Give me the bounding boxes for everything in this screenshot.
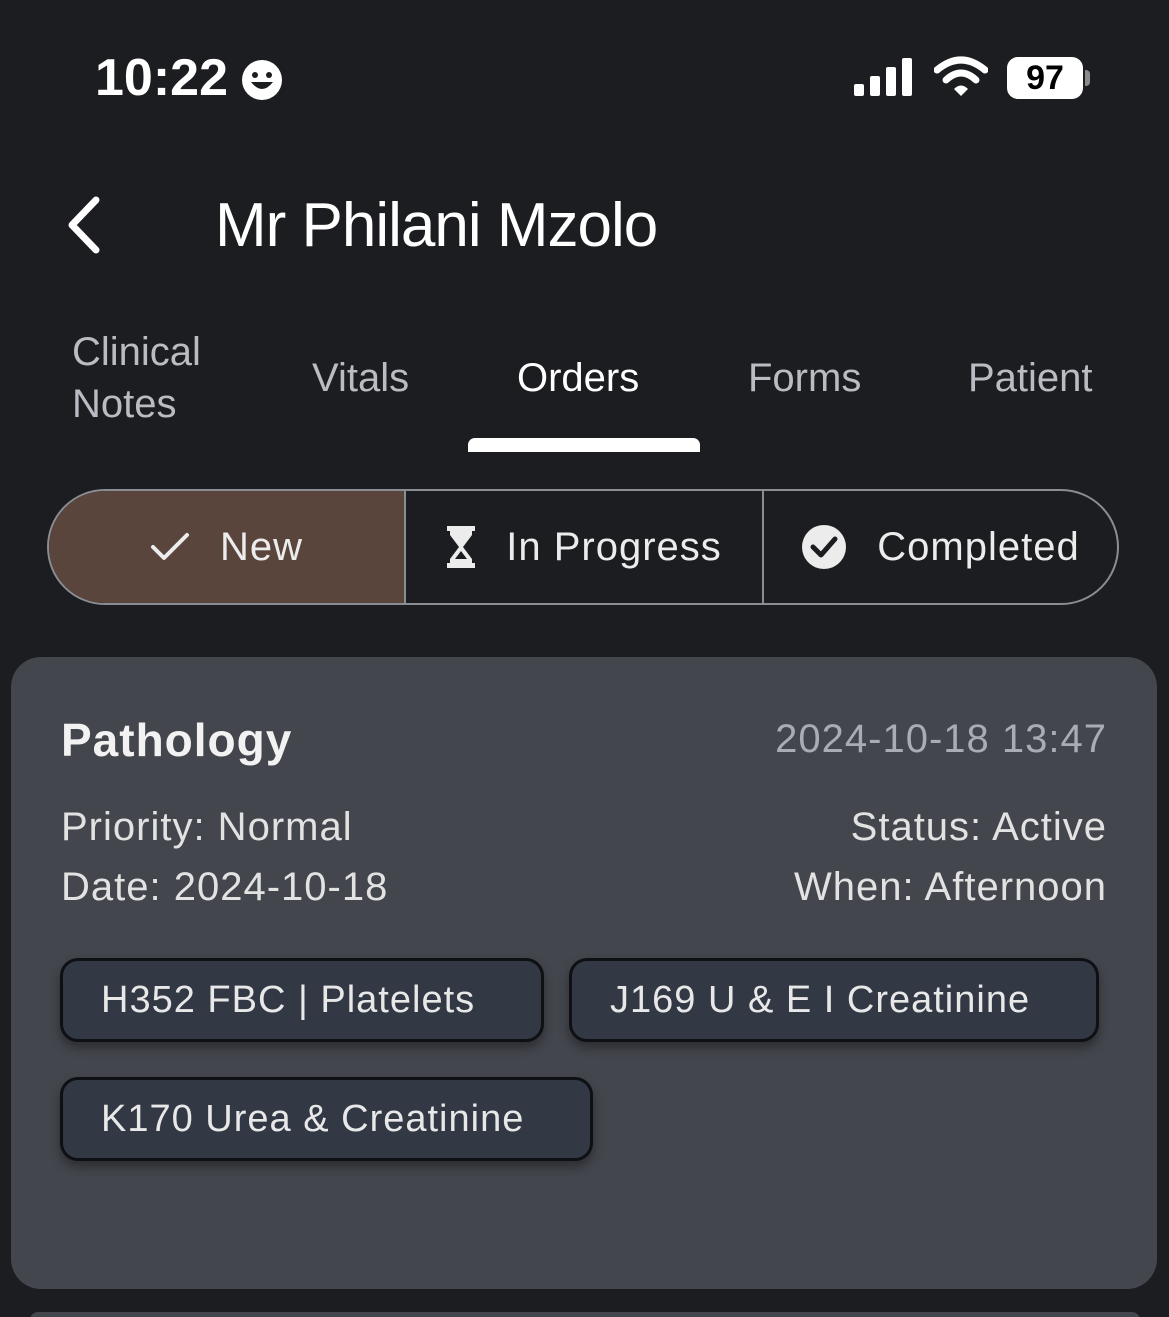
tab-orders[interactable]: Orders [517, 352, 639, 404]
screen: 10:22 97 Mr Philani Mzolo Clinical Notes… [0, 0, 1169, 1317]
smiley-face-icon [242, 60, 282, 100]
filter-in-progress-label: In Progress [506, 524, 722, 569]
tab-label-line2: Notes [72, 382, 177, 426]
tab-forms[interactable]: Forms [748, 352, 861, 404]
order-priority: Priority: Normal [61, 805, 353, 849]
order-datetime: 2024-10-18 13:47 [775, 717, 1107, 761]
order-card[interactable]: Pathology 2024-10-18 13:47 Priority: Nor… [11, 657, 1157, 1289]
order-category: Pathology [61, 714, 293, 766]
tab-vitals[interactable]: Vitals [312, 352, 409, 404]
checkmark-icon [150, 533, 189, 560]
tab-label-line1: Clinical [72, 330, 201, 374]
hourglass-icon [447, 526, 476, 568]
order-date: Date: 2024-10-18 [61, 865, 389, 909]
tab-patient[interactable]: Patient [968, 352, 1093, 404]
battery-icon: 97 [1007, 57, 1083, 99]
test-chip[interactable]: K170 Urea & Creatinine [60, 1077, 593, 1161]
status-time: 10:22 [95, 49, 228, 107]
filter-completed-label: Completed [877, 524, 1080, 569]
filter-completed-button[interactable]: Completed [764, 491, 1117, 603]
check-circle-icon [802, 525, 847, 569]
status-bar: 10:22 97 [0, 0, 1169, 150]
battery-tip [1085, 70, 1090, 86]
next-order-card-edge [30, 1312, 1140, 1317]
filter-new-label: New [219, 524, 304, 569]
filter-new-button[interactable]: New [49, 491, 406, 603]
signal-bars-icon [854, 58, 912, 96]
order-status: Status: Active [850, 805, 1107, 849]
chevron-left-icon[interactable] [58, 190, 118, 260]
order-when: When: Afternoon [794, 865, 1107, 909]
test-chip[interactable]: J169 U & E I Creatinine [569, 958, 1099, 1042]
order-status-filter: New In Progress Completed [47, 489, 1119, 605]
wifi-icon [934, 56, 988, 96]
test-chip[interactable]: H352 FBC | Platelets [60, 958, 544, 1042]
filter-in-progress-button[interactable]: In Progress [406, 491, 764, 603]
active-tab-indicator [468, 438, 700, 452]
battery-level: 97 [1026, 58, 1064, 97]
tab-clinical-notes[interactable]: Clinical Notes [72, 326, 242, 430]
page-title: Mr Philani Mzolo [215, 191, 658, 260]
